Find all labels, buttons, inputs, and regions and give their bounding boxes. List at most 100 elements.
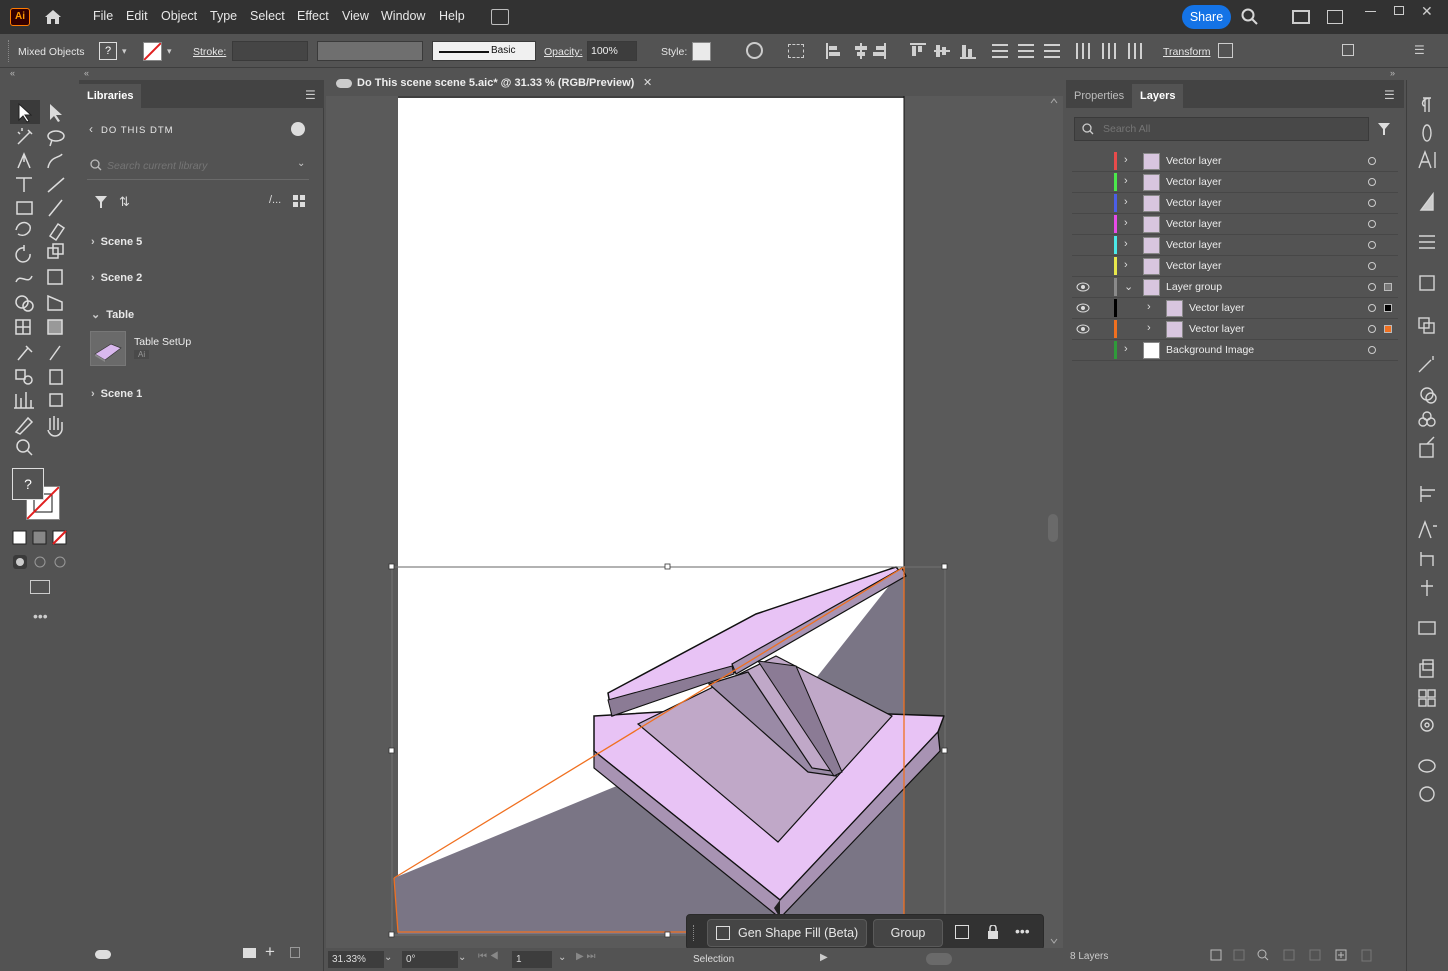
lock-icon[interactable] xyxy=(987,925,999,940)
stroke-swatch[interactable] xyxy=(143,42,162,61)
menu-window[interactable]: Window xyxy=(381,9,425,23)
collapse-libraries-icon[interactable]: « xyxy=(84,68,89,78)
search-scope-chevron-icon[interactable]: ⌄ xyxy=(297,158,305,169)
document-tab[interactable]: Do This scene scene 5.aic* @ 31.33 % (RG… xyxy=(326,70,662,96)
layer-name[interactable]: Vector layer xyxy=(1189,323,1244,335)
layer-row[interactable]: › Vector layer xyxy=(1072,151,1398,172)
layer-name[interactable]: Vector layer xyxy=(1166,155,1221,167)
layers-search[interactable] xyxy=(1074,117,1369,141)
layer-name[interactable]: Vector layer xyxy=(1189,302,1244,314)
draw-mode-buttons[interactable] xyxy=(12,554,68,570)
layer-action-icons[interactable] xyxy=(1210,948,1374,962)
artboard-field[interactable]: 1 xyxy=(512,951,552,968)
panel-menu-icon[interactable]: ☰ xyxy=(305,88,316,102)
trash-icon[interactable] xyxy=(290,947,300,958)
fill-stroke-widget[interactable]: ? xyxy=(10,468,66,520)
expand-chevron-icon[interactable]: › xyxy=(1124,175,1128,187)
layer-row[interactable]: › Vector layer xyxy=(1072,214,1398,235)
layer-row[interactable]: › Vector layer xyxy=(1072,172,1398,193)
expand-chevron-icon[interactable]: › xyxy=(1124,196,1128,208)
expand-chevron-icon[interactable]: › xyxy=(1124,238,1128,250)
layer-row[interactable]: ⌄ Layer group xyxy=(1072,277,1398,298)
layer-name[interactable]: Vector layer xyxy=(1166,197,1221,209)
visibility-eye-icon[interactable] xyxy=(1076,282,1090,292)
panel-menu-icon[interactable]: ☰ xyxy=(1414,43,1425,57)
target-circle-icon[interactable] xyxy=(1368,346,1376,354)
panel-menu-icon[interactable]: ☰ xyxy=(1384,88,1395,102)
recolor-icon[interactable] xyxy=(746,42,763,59)
transform-label[interactable]: Transform xyxy=(1163,46,1210,58)
visibility-eye-icon[interactable] xyxy=(1076,198,1090,208)
align-buttons[interactable] xyxy=(826,43,1146,59)
more-options-icon[interactable]: ••• xyxy=(1015,923,1030,939)
gen-shape-fill-button[interactable]: Gen Shape Fill (Beta) xyxy=(707,919,867,947)
layer-name[interactable]: Vector layer xyxy=(1166,176,1221,188)
layer-name[interactable]: Vector layer xyxy=(1166,218,1221,230)
graphic-style-swatch[interactable] xyxy=(692,42,711,61)
expand-chevron-icon[interactable]: › xyxy=(1124,343,1128,355)
expand-chevron-icon[interactable]: › xyxy=(1124,154,1128,166)
fill-swatch[interactable]: ? xyxy=(99,42,117,60)
minimize-icon[interactable] xyxy=(1365,11,1376,12)
grid-view-icon[interactable] xyxy=(293,195,305,207)
zoom-dropdown-icon[interactable]: ⌄ xyxy=(384,952,392,963)
maximize-icon[interactable] xyxy=(1394,6,1404,15)
selection-indicator-icon[interactable] xyxy=(1384,283,1392,291)
target-circle-icon[interactable] xyxy=(1368,220,1376,228)
layer-name[interactable]: Background Image xyxy=(1166,344,1254,356)
opacity-label[interactable]: Opacity: xyxy=(544,46,583,58)
library-group-scene2[interactable]: › Scene 2 xyxy=(91,272,142,284)
asset-thumbnail[interactable] xyxy=(90,331,126,366)
target-circle-icon[interactable] xyxy=(1368,325,1376,333)
arrange-icon[interactable] xyxy=(1342,44,1354,56)
expand-chevron-icon[interactable]: › xyxy=(1147,301,1151,313)
arrange-objects-icon[interactable] xyxy=(955,925,969,939)
menu-view[interactable]: View xyxy=(342,9,369,23)
library-group-scene5[interactable]: › Scene 5 xyxy=(91,236,142,248)
variable-width-profile[interactable] xyxy=(317,41,423,61)
target-circle-icon[interactable] xyxy=(1368,304,1376,312)
zoom-field[interactable]: 31.33% xyxy=(328,951,384,968)
collapse-toolbar-icon[interactable]: « xyxy=(10,68,15,78)
workspace-switcher-icon[interactable] xyxy=(1292,10,1310,24)
color-mode-buttons[interactable] xyxy=(12,530,68,546)
menu-object[interactable]: Object xyxy=(161,9,197,23)
selection-indicator-icon[interactable] xyxy=(1384,325,1392,333)
stroke-dropdown-icon[interactable]: ▾ xyxy=(167,46,172,57)
selection-indicator-icon[interactable] xyxy=(1384,304,1392,312)
menu-help[interactable]: Help xyxy=(439,9,465,23)
layer-row[interactable]: › Vector layer xyxy=(1072,298,1398,319)
filter-icon[interactable] xyxy=(1378,123,1390,135)
close-icon[interactable]: ✕ xyxy=(1421,3,1433,20)
panel-toggle-icon[interactable] xyxy=(1327,10,1343,24)
rotation-field[interactable]: 0° xyxy=(402,951,458,968)
stroke-weight-input[interactable] xyxy=(232,41,308,61)
visibility-eye-icon[interactable] xyxy=(1076,219,1090,229)
screen-mode-icon[interactable] xyxy=(30,580,50,594)
collaborate-icon[interactable] xyxy=(291,122,305,136)
target-circle-icon[interactable] xyxy=(1368,241,1376,249)
tab-layers[interactable]: Layers xyxy=(1132,84,1184,108)
library-search[interactable]: ⌄ xyxy=(87,154,309,180)
isolate-icon[interactable] xyxy=(1218,43,1233,58)
stroke-label[interactable]: Stroke: xyxy=(193,46,226,58)
expand-chevron-icon[interactable]: › xyxy=(1124,217,1128,229)
visibility-eye-icon[interactable] xyxy=(1076,240,1090,250)
horizontal-scrollbar-thumb[interactable] xyxy=(926,953,952,965)
visibility-eye-icon[interactable] xyxy=(1076,303,1090,313)
layer-row[interactable]: › Vector layer xyxy=(1072,256,1398,277)
expand-chevron-icon[interactable]: › xyxy=(1124,259,1128,271)
visibility-eye-icon[interactable] xyxy=(1076,261,1090,271)
fill-dropdown-icon[interactable]: ▾ xyxy=(122,46,127,57)
group-button[interactable]: Group xyxy=(873,919,943,947)
target-circle-icon[interactable] xyxy=(1368,283,1376,291)
library-group-scene1[interactable]: › Scene 1 xyxy=(91,388,142,400)
menu-edit[interactable]: Edit xyxy=(126,9,148,23)
back-chevron-icon[interactable]: ‹ xyxy=(89,122,93,136)
taskbar-grip-icon[interactable] xyxy=(693,925,696,941)
menu-type[interactable]: Type xyxy=(210,9,237,23)
target-circle-icon[interactable] xyxy=(1368,262,1376,270)
close-tab-icon[interactable]: ✕ xyxy=(643,76,652,89)
layer-name[interactable]: Layer group xyxy=(1166,281,1222,293)
arrange-documents-icon[interactable] xyxy=(491,9,509,25)
